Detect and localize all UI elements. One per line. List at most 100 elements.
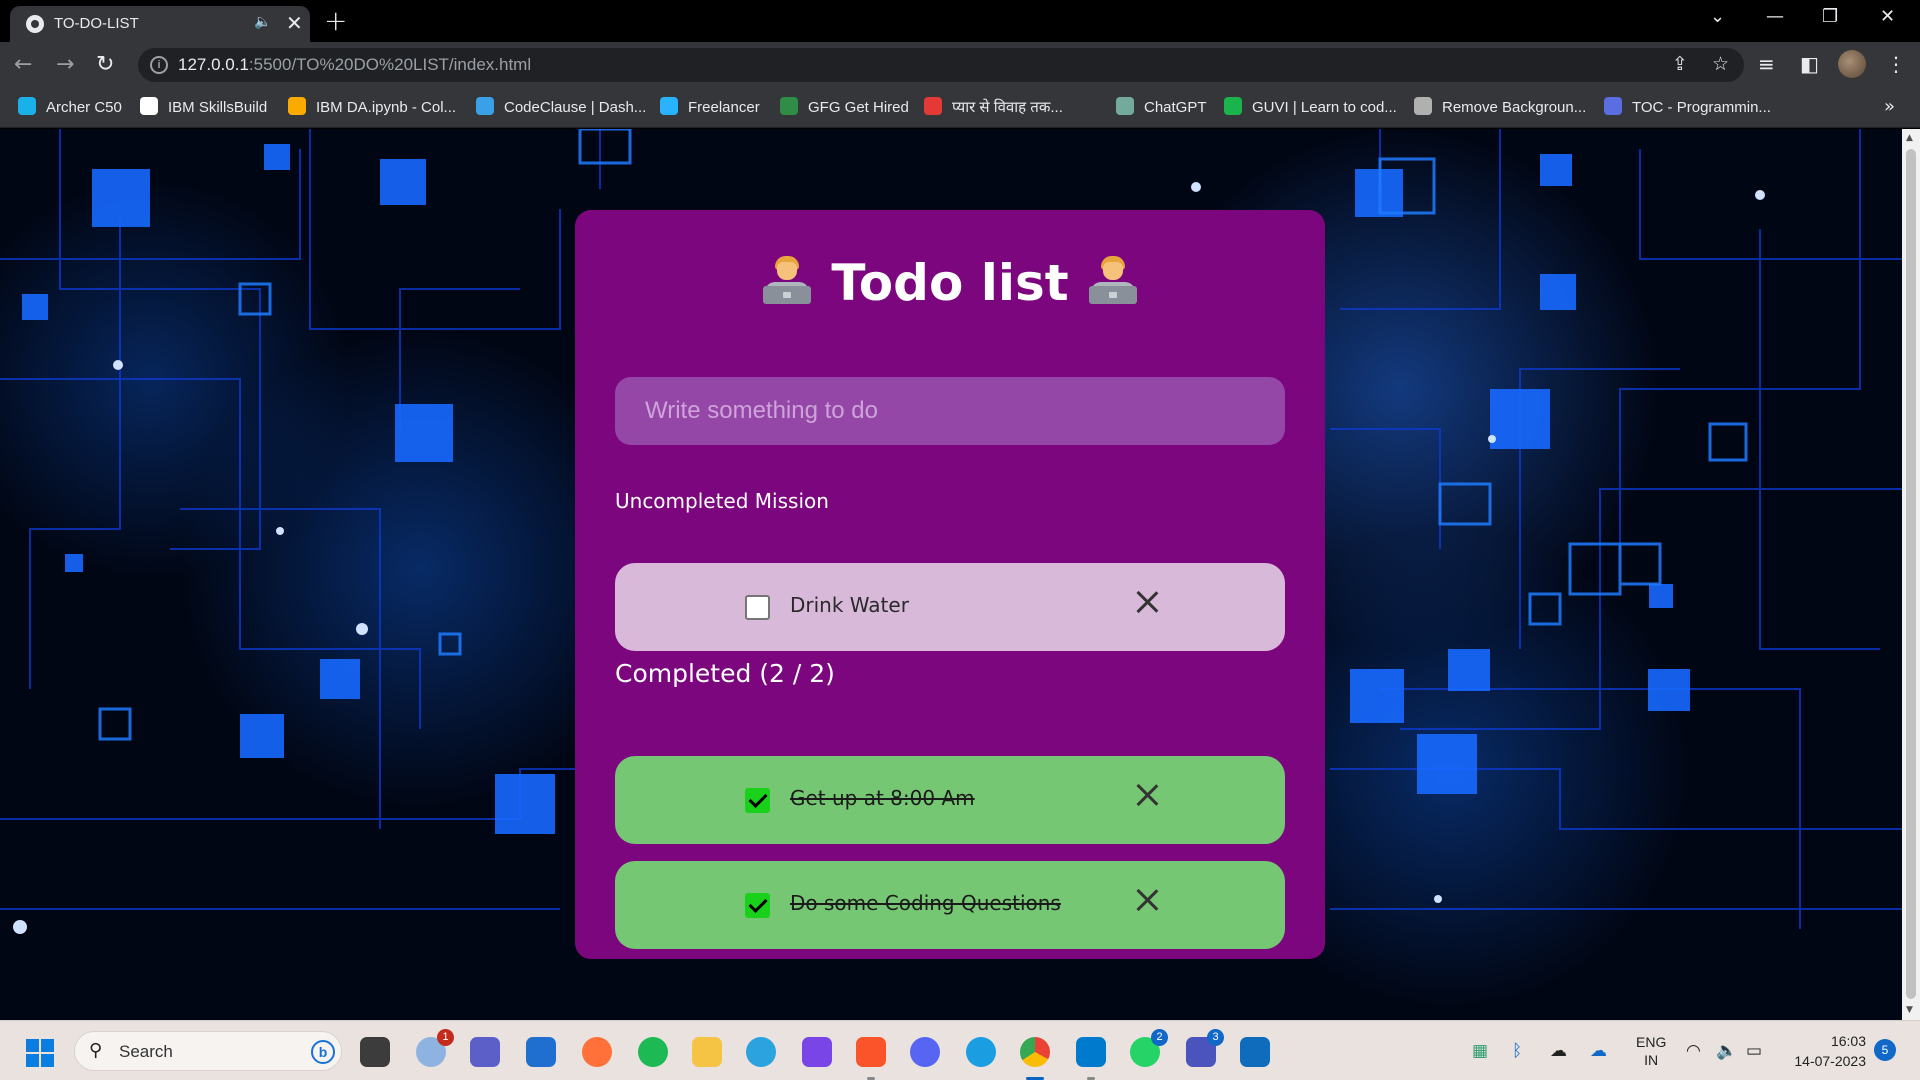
share-icon[interactable]: ⇪ — [1672, 53, 1688, 75]
task-view-icon[interactable] — [360, 1037, 390, 1067]
todo-checkbox[interactable] — [745, 893, 770, 918]
gfg-icon — [780, 97, 798, 115]
bookmark-codeclause[interactable]: CodeClause | Dash... — [476, 97, 646, 119]
todo-text: Get up at 8:00 Am — [790, 786, 975, 810]
star-icon[interactable]: ☆ — [1712, 53, 1729, 75]
freelancer-icon — [660, 97, 678, 115]
back-arrow-icon[interactable]: ← — [14, 52, 32, 77]
language-indicator[interactable]: ENG IN — [1636, 1033, 1666, 1069]
forward-arrow-icon[interactable]: → — [56, 52, 74, 77]
profile-avatar[interactable] — [1838, 50, 1866, 78]
vscode-icon[interactable] — [1076, 1037, 1106, 1080]
close-icon[interactable] — [1133, 781, 1161, 809]
heart-icon — [924, 97, 942, 115]
bookmark-hindi[interactable]: प्यार से विवाह तक... — [924, 97, 1063, 119]
minimize-button[interactable]: — — [1766, 6, 1784, 27]
close-icon[interactable] — [1133, 886, 1161, 914]
file-explorer-icon[interactable] — [692, 1037, 722, 1067]
bookmark-gfg[interactable]: GFG Get Hired — [780, 97, 909, 119]
ibm-icon — [140, 97, 158, 115]
scrollbar-thumb[interactable] — [1906, 149, 1916, 999]
new-todo-input[interactable] — [615, 377, 1285, 445]
bookmarks-bar: Archer C50 IBM SkillsBuild IBM DA.ipynb … — [0, 88, 1920, 128]
mail-icon[interactable] — [1240, 1037, 1270, 1067]
ms-store-icon[interactable] — [526, 1037, 556, 1067]
todo-item: Drink Water — [615, 563, 1285, 651]
close-window-button[interactable]: ✕ — [1880, 6, 1895, 27]
search-icon: ⚲ — [89, 1040, 103, 1061]
widgets-icon[interactable]: ▦ — [1472, 1041, 1488, 1061]
reading-list-icon[interactable]: ≡ — [1758, 52, 1775, 76]
onedrive-icon[interactable]: ☁ — [1590, 1041, 1607, 1061]
todo-text: Drink Water — [790, 593, 909, 617]
bookmark-chatgpt[interactable]: ChatGPT — [1116, 97, 1207, 119]
chatgpt-icon — [1116, 97, 1134, 115]
page-viewport: Todo list Uncompleted Mission Drink Wate… — [0, 129, 1902, 1020]
bookmark-ibm-skillsbuild[interactable]: IBM SkillsBuild — [140, 97, 267, 119]
codeclause-icon — [476, 97, 494, 115]
site-info-icon[interactable]: i — [150, 56, 168, 74]
bookmark-remove-bg[interactable]: Remove Backgroun... — [1414, 97, 1586, 119]
wifi-icon[interactable]: ◠ — [1686, 1041, 1701, 1061]
discord-icon[interactable] — [910, 1037, 940, 1067]
toc-icon — [1604, 97, 1622, 115]
taskbar: ⚲ Search b 1 2 3 ▦ ᛒ ☁ ☁ ENG IN ◠ 🔈 ▭ 16:… — [0, 1020, 1920, 1080]
notification-badge[interactable]: 5 — [1874, 1039, 1896, 1061]
restore-button[interactable]: ❐ — [1822, 6, 1838, 27]
new-tab-button[interactable]: + — [324, 4, 347, 37]
remove-bg-icon — [1414, 97, 1432, 115]
todo-text: Do some Coding Questions — [790, 891, 1061, 915]
teams-meet-icon[interactable] — [470, 1037, 500, 1067]
browser-titlebar: TO-DO-LIST 🔈 ✕ + ⌄ — ❐ ✕ — [0, 0, 1920, 42]
firefox-icon[interactable] — [582, 1037, 612, 1067]
page-title: Todo list — [575, 254, 1325, 312]
search-label: Search — [119, 1042, 173, 1061]
whatsapp-icon[interactable]: 2 — [1130, 1029, 1168, 1067]
speaker-icon[interactable]: 🔈 — [254, 14, 271, 30]
close-icon[interactable] — [1133, 588, 1161, 616]
technologist-emoji-icon — [1087, 254, 1139, 306]
completed-heading: Completed (2 / 2) — [615, 659, 835, 688]
clipchamp-icon[interactable] — [802, 1037, 832, 1067]
menu-icon[interactable]: ⋮ — [1886, 52, 1906, 76]
reload-icon[interactable]: ↻ — [96, 52, 114, 77]
more-bookmarks-button[interactable]: » — [1884, 96, 1895, 117]
bookmark-colab[interactable]: IBM DA.ipynb - Col... — [288, 97, 456, 119]
bing-icon[interactable]: b — [311, 1040, 335, 1064]
uncompleted-heading: Uncompleted Mission — [615, 489, 829, 513]
edge-icon[interactable] — [966, 1037, 996, 1067]
tab-search-chevron-icon[interactable]: ⌄ — [1710, 6, 1725, 27]
scroll-down-icon[interactable]: ▼ — [1906, 1005, 1913, 1015]
taskbar-search[interactable]: ⚲ Search b — [74, 1031, 342, 1071]
battery-icon[interactable]: ▭ — [1746, 1041, 1762, 1061]
tp-link-icon — [18, 97, 36, 115]
brave-icon[interactable] — [856, 1037, 886, 1080]
colab-icon — [288, 97, 306, 115]
bookmark-archer[interactable]: Archer C50 — [18, 97, 122, 119]
windows-start-icon[interactable] — [26, 1039, 54, 1067]
page-scrollbar[interactable]: ▲ ▼ — [1902, 129, 1920, 1020]
clock[interactable]: 16:03 14-07-2023 — [1782, 1031, 1866, 1071]
globe-icon — [26, 15, 44, 33]
address-bar[interactable]: i 127.0.0.1:5500/TO%20DO%20LIST/index.ht… — [138, 48, 1744, 82]
todo-item: Do some Coding Questions — [615, 861, 1285, 949]
weather-icon[interactable]: 1 — [416, 1029, 454, 1067]
spotify-icon[interactable] — [638, 1037, 668, 1067]
bookmark-toc[interactable]: TOC - Programmin... — [1604, 97, 1771, 119]
todo-checkbox[interactable] — [745, 788, 770, 813]
network-cloud-icon[interactable]: ☁ — [1550, 1041, 1567, 1061]
url-text[interactable]: 127.0.0.1:5500/TO%20DO%20LIST/index.html — [178, 55, 531, 75]
bookmark-guvi[interactable]: GUVI | Learn to cod... — [1224, 97, 1397, 119]
browser-tab[interactable]: TO-DO-LIST 🔈 ✕ — [10, 6, 310, 42]
bookmark-freelancer[interactable]: Freelancer — [660, 97, 760, 119]
side-panel-icon[interactable]: ◧ — [1800, 52, 1819, 76]
todo-card: Todo list Uncompleted Mission Drink Wate… — [575, 210, 1325, 959]
telegram-icon[interactable] — [746, 1037, 776, 1067]
volume-icon[interactable]: 🔈 — [1716, 1041, 1737, 1061]
todo-checkbox[interactable] — [745, 595, 770, 620]
bluetooth-icon[interactable]: ᛒ — [1512, 1041, 1522, 1061]
chrome-icon[interactable] — [1020, 1037, 1050, 1080]
scroll-up-icon[interactable]: ▲ — [1906, 133, 1913, 143]
tab-close-button[interactable]: ✕ — [286, 11, 303, 35]
teams-icon[interactable]: 3 — [1186, 1029, 1224, 1067]
